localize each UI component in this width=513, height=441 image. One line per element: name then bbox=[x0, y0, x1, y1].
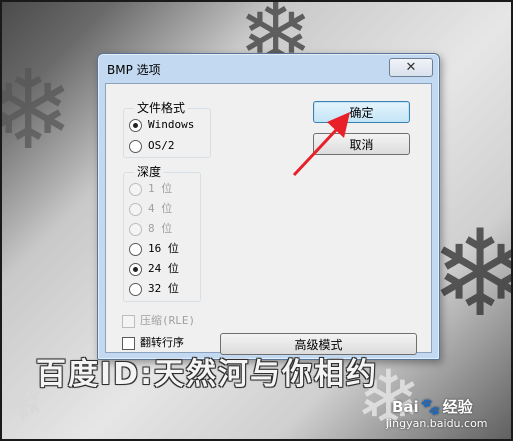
watermark-text: 百度ID:天然河与你相约 bbox=[36, 357, 379, 392]
arrow-shaft bbox=[292, 126, 340, 177]
paw-icon: 🐾 bbox=[420, 397, 441, 416]
site-url: jingyan.baidu.com bbox=[386, 417, 488, 430]
baidu-jingyan-logo: Bai 🐾 经验 bbox=[392, 397, 473, 416]
